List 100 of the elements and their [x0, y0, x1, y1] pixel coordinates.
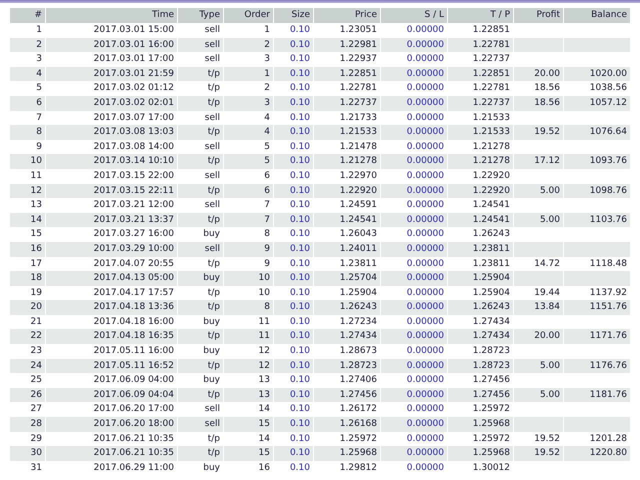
table-cell: t/p [178, 66, 223, 82]
table-cell: 0.00000 [381, 417, 447, 432]
table-cell: 1.26168 [314, 417, 380, 432]
table-cell: 24 [10, 358, 45, 374]
column-header: T / P [448, 8, 513, 23]
table-cell-text: 1.22920 [472, 170, 511, 183]
table-cell: 0.00000 [381, 300, 447, 315]
table-cell-text: 0.10 [288, 170, 311, 183]
table-cell-text: sell [204, 140, 221, 154]
table-cell-text: 0.10 [288, 53, 311, 66]
table-cell-text: 1.21733 [338, 112, 378, 125]
table-cell-text: 19 [30, 286, 43, 300]
table-cell: 0.00000 [381, 329, 447, 344]
table-cell-text: 2017.05.11 16:00 [92, 345, 175, 358]
table-cell-text: 1 [263, 24, 271, 37]
table-cell: 6 [224, 184, 273, 198]
table-cell-text: 3 [263, 53, 271, 66]
table-cell-text: 15 [30, 228, 43, 242]
table-cell: 2017.03.01 16:00 [46, 38, 177, 52]
table-cell: t/p [178, 358, 223, 374]
table-cell: 1.25968 [448, 417, 513, 432]
table-cell: 19.52 [514, 446, 563, 461]
table-cell-text: 2017.03.02 01:12 [92, 82, 175, 96]
table-cell: 1151.76 [564, 300, 630, 315]
table-cell-text: 31 [30, 462, 43, 475]
table-cell: 0.00000 [381, 242, 447, 256]
table-cell-text: 0.10 [288, 432, 311, 446]
table-cell: 1.24541 [314, 212, 380, 228]
table-cell-text: 1.25972 [472, 432, 511, 446]
table-cell: 1.25904 [448, 271, 513, 286]
table-cell-text: sell [204, 112, 221, 125]
table-cell: 0.00000 [381, 212, 447, 228]
table-cell: 1220.80 [564, 446, 630, 461]
table-cell-text: 1.30012 [472, 462, 511, 475]
table-cell-text: 1.22737 [472, 53, 511, 66]
table-cell-text: 0.10 [288, 345, 311, 358]
table-cell-text: 0.00000 [406, 228, 445, 242]
table-cell: 12 [224, 358, 273, 374]
table-cell-text: 5 [35, 82, 43, 96]
table-cell-text: 17 [30, 258, 43, 270]
table-cell: 0.10 [274, 388, 313, 402]
table-cell-text: 0.00000 [406, 286, 445, 300]
column-header: Type [178, 8, 223, 23]
table-cell: 1057.12 [564, 96, 630, 111]
table-cell: 1.26243 [314, 300, 380, 315]
table-cell-text: 19.44 [533, 286, 561, 300]
table-cell: 1076.64 [564, 125, 630, 140]
table-cell: 15 [224, 417, 273, 432]
table-cell: 5.00 [514, 388, 563, 402]
table-cell-text: 2017.04.07 20:55 [92, 258, 175, 270]
table-cell-text: 0.10 [288, 24, 311, 37]
table-cell: 4 [10, 66, 45, 82]
table-cell: 1.22737 [314, 96, 380, 111]
table-cell-text: 0.10 [288, 199, 311, 212]
table-cell-text: 1.25904 [472, 286, 511, 300]
table-cell: 2017.03.21 13:37 [46, 212, 177, 228]
table-cell-text: 1.28673 [338, 345, 378, 358]
table-cell: 2017.03.15 22:11 [46, 184, 177, 198]
table-cell-text: 0.00000 [406, 403, 445, 416]
table-cell: 13.84 [514, 300, 563, 315]
table-cell-text: 2017.03.21 12:00 [92, 199, 175, 212]
table-cell: 10 [224, 271, 273, 286]
table-cell: 15 [224, 446, 273, 461]
table-cell: 1.24011 [314, 242, 380, 256]
table-cell: 11 [224, 329, 273, 344]
table-cell-text: 1.23811 [472, 258, 511, 270]
table-cell-text: 1.28723 [472, 345, 511, 358]
table-cell: 1.22851 [448, 66, 513, 82]
table-cell-text: 2017.03.08 14:00 [92, 140, 175, 154]
table-cell: 2017.04.18 13:36 [46, 300, 177, 315]
table-cell: 1 [224, 66, 273, 82]
table-cell: 6 [10, 96, 45, 111]
table-cell: 2 [10, 38, 45, 52]
table-cell: 2017.06.09 04:04 [46, 388, 177, 402]
table-cell-text: 1137.92 [588, 286, 628, 300]
table-cell-text: 0.00000 [406, 345, 445, 358]
table-cell: t/p [178, 212, 223, 228]
table-cell: 0.00000 [381, 271, 447, 286]
column-header: Order [224, 8, 273, 23]
table-cell: 5.00 [514, 212, 563, 228]
table-cell-text: t/p [206, 82, 221, 96]
table-cell-text: 2017.04.17 17:57 [92, 286, 175, 300]
table-cell: 0.00000 [381, 184, 447, 198]
table-cell-text: 0.10 [288, 112, 311, 125]
table-cell: 2017.03.02 02:01 [46, 96, 177, 111]
table-cell: 1.22981 [314, 38, 380, 52]
table-cell: 1.25968 [314, 446, 380, 461]
table-cell: 18.56 [514, 96, 563, 111]
table-cell-text: 0.10 [288, 374, 311, 388]
table-cell-text: buy [202, 316, 221, 329]
table-cell: 16 [10, 242, 45, 256]
table-cell: 0.00000 [381, 125, 447, 140]
table-cell: 0.10 [274, 212, 313, 228]
table-cell-text: 0.10 [288, 316, 311, 329]
table-cell: 20.00 [514, 329, 563, 344]
table-cell-text: 1 [35, 24, 43, 37]
table-cell: 8 [10, 125, 45, 140]
table-cell: 1.25704 [314, 271, 380, 286]
table-cell: 1103.76 [564, 212, 630, 228]
table-cell-text: 1.22970 [338, 170, 378, 183]
